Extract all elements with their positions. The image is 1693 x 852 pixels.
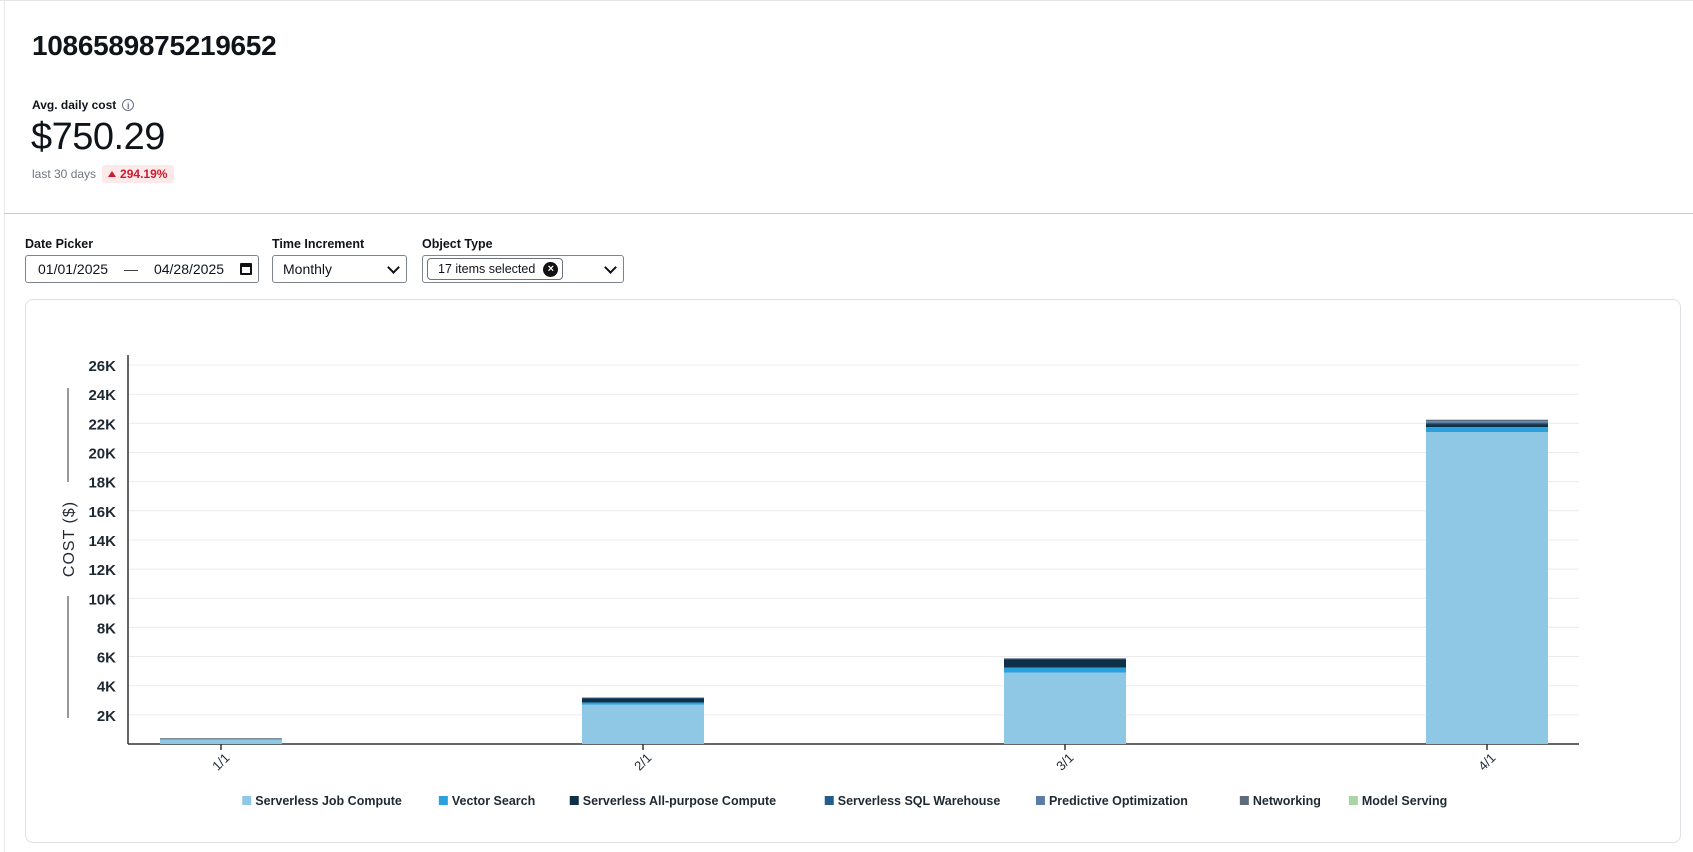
legend-item[interactable]: Networking — [1253, 794, 1321, 808]
bar-segment[interactable] — [582, 698, 704, 703]
selected-items-text: 17 items selected — [438, 262, 536, 276]
account-id-title: 1086589875219652 — [32, 30, 277, 61]
change-badge: 294.19% — [102, 165, 175, 183]
y-tick-label: 18K — [88, 475, 116, 492]
time-increment-filter: Time Increment Monthly — [272, 237, 407, 283]
clear-selection-icon[interactable]: × — [543, 261, 559, 277]
x-tick-label: 2/1 — [631, 750, 654, 773]
time-increment-value: Monthly — [283, 261, 333, 277]
page-header: 1086589875219652 — [32, 30, 277, 62]
legend-swatch — [824, 796, 834, 805]
time-increment-label: Time Increment — [272, 237, 365, 251]
y-tick-label: 10K — [88, 591, 116, 608]
legend-swatch — [569, 796, 579, 805]
legend-item[interactable]: Serverless SQL Warehouse — [838, 794, 1001, 808]
bar-segment[interactable] — [1004, 658, 1126, 659]
object-type-label: Object Type — [422, 237, 493, 251]
arrow-up-icon — [108, 171, 117, 177]
cost-chart-card: 2K 4K 6K 8K 10K 12K 14K 16K 18K 20K 22K 24K 26K COST … — [25, 299, 1681, 843]
y-tick-label: 12K — [88, 562, 116, 579]
y-tick-label: 4K — [97, 679, 116, 696]
object-type-filter: Object Type 17 items selected × — [422, 237, 624, 283]
chevron-down-icon — [604, 260, 617, 274]
start-date[interactable]: 01/01/2025 — [38, 261, 108, 277]
info-icon[interactable]: i — [122, 99, 135, 111]
legend-swatch — [1239, 796, 1249, 805]
y-tick-label: 2K — [97, 708, 116, 725]
avg-daily-cost-label: Avg. daily cost — [32, 98, 117, 112]
legend-swatch — [242, 796, 252, 805]
date-range-input[interactable]: 01/01/2025 — 04/28/2025 — [25, 255, 259, 283]
bar-segment[interactable] — [582, 697, 704, 699]
legend-swatch — [1035, 796, 1045, 805]
bar-segment[interactable] — [160, 738, 282, 740]
bar-segment[interactable] — [1426, 422, 1548, 425]
bar-segment[interactable] — [160, 739, 282, 744]
time-increment-select[interactable]: Monthly — [272, 255, 407, 283]
section-divider — [4, 213, 1693, 214]
avg-daily-cost-label-row: Avg. daily cost i — [32, 98, 135, 112]
legend-item[interactable]: Serverless Job Compute — [255, 794, 402, 808]
bar-segment[interactable] — [582, 704, 704, 744]
bar-segment[interactable] — [1426, 424, 1548, 427]
date-separator: — — [124, 261, 139, 277]
y-tick-label: 16K — [88, 504, 116, 521]
bar-segment[interactable] — [1004, 659, 1126, 668]
calendar-icon[interactable] — [239, 263, 252, 275]
change-value: 294.19% — [120, 167, 168, 181]
bar-segment[interactable] — [1426, 426, 1548, 433]
legend-item[interactable]: Serverless All-purpose Compute — [583, 794, 776, 808]
bar-segment[interactable] — [1426, 421, 1548, 423]
avg-daily-cost-value: $750.29 — [31, 116, 165, 158]
bar-segment[interactable] — [160, 739, 282, 740]
y-tick-label: 24K — [88, 387, 116, 404]
y-tick-label: 22K — [88, 416, 116, 433]
y-tick-label: 6K — [97, 650, 116, 667]
chevron-down-icon — [387, 260, 400, 274]
bar-segment[interactable] — [1426, 432, 1548, 744]
metric-subtext: last 30 days 294.19% — [32, 165, 175, 183]
y-axis-title: COST ($) — [61, 501, 78, 577]
bar-segment[interactable] — [1004, 667, 1126, 673]
y-tick-label: 20K — [88, 446, 116, 463]
bar-segment[interactable] — [1004, 672, 1126, 744]
selected-items-chip: 17 items selected × — [427, 258, 564, 280]
y-tick-label: 26K — [88, 358, 116, 375]
legend-swatch — [438, 796, 448, 805]
y-tick-label: 8K — [97, 620, 116, 637]
period-label: last 30 days — [32, 167, 97, 181]
y-tick-label: 14K — [88, 533, 116, 550]
legend-item[interactable]: Model Serving — [1362, 794, 1447, 808]
cost-chart: 2K 4K 6K 8K 10K 12K 14K 16K 18K 20K 22K 24K 26K COST … — [61, 355, 1579, 808]
end-date[interactable]: 04/28/2025 — [154, 261, 224, 277]
date-picker-label: Date Picker — [25, 237, 94, 251]
legend-item[interactable]: Vector Search — [452, 794, 535, 808]
x-tick-label: 4/1 — [1475, 750, 1498, 773]
x-tick-label: 1/1 — [209, 750, 232, 773]
date-picker-filter: Date Picker 01/01/2025 — 04/28/2025 — [25, 237, 259, 283]
legend-item[interactable]: Predictive Optimization — [1049, 794, 1188, 808]
bar-segment[interactable] — [1426, 419, 1548, 422]
x-tick-label: 3/1 — [1053, 750, 1076, 773]
legend-swatch — [1348, 796, 1358, 805]
bar-segment[interactable] — [582, 702, 704, 705]
object-type-select[interactable]: 17 items selected × — [422, 255, 624, 283]
